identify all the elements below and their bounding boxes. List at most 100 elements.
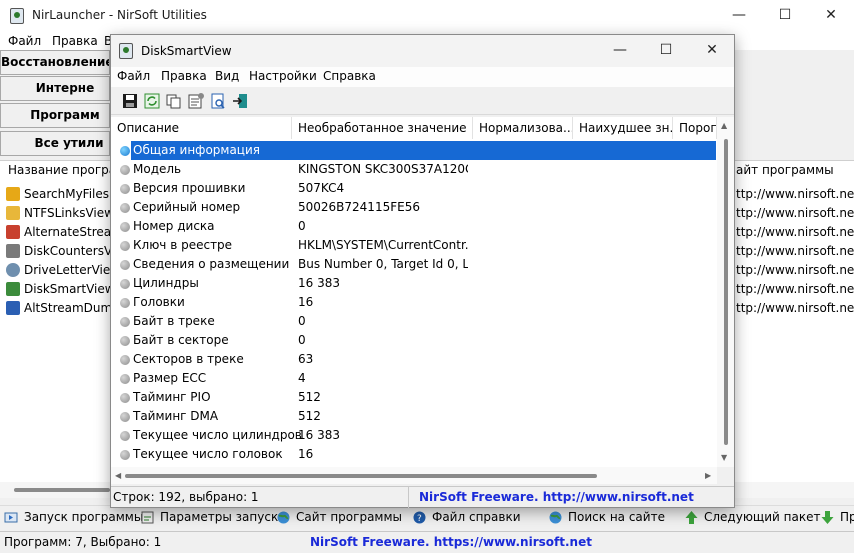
attribute-row[interactable]: Головки 16 xyxy=(111,293,717,312)
attribute-value: 512 xyxy=(298,409,321,423)
status-dot-icon xyxy=(120,374,130,384)
attribute-row[interactable]: Секторов в треке 63 xyxy=(111,350,717,369)
scrollbar-thumb[interactable] xyxy=(724,139,728,445)
svg-text:?: ? xyxy=(417,514,422,524)
program-url[interactable]: ttp://www.nirsoft.net/u xyxy=(736,187,854,206)
report-icon[interactable] xyxy=(209,92,227,110)
program-row[interactable]: AlternateStream xyxy=(4,223,110,242)
save-icon[interactable] xyxy=(121,92,139,110)
dsv-title: DiskSmartView xyxy=(141,44,232,58)
attribute-row[interactable]: Общая информация xyxy=(111,141,717,160)
dsv-menu-settings[interactable]: Настройки xyxy=(249,69,317,83)
exit-icon[interactable] xyxy=(231,92,249,110)
magnifier-icon xyxy=(6,187,20,201)
attribute-description: Размер ECC xyxy=(133,371,207,385)
dsv-close-button[interactable]: ✕ xyxy=(689,35,735,67)
attribute-row[interactable]: Номер диска 0 xyxy=(111,217,717,236)
nirlauncher-title: NirLauncher - NirSoft Utilities xyxy=(32,8,207,22)
attributes-hscrollbar[interactable]: ◀ ▶ xyxy=(111,467,717,484)
category-tab-all-utilities[interactable]: Все утили xyxy=(0,131,110,156)
program-url[interactable]: ttp://www.nirsoft.net/u xyxy=(736,206,854,225)
program-url[interactable]: ttp://www.nirsoft.net/u xyxy=(736,263,854,282)
attribute-row[interactable]: Ключ в реестре HKLM\SYSTEM\CurrentContr.… xyxy=(111,236,717,255)
attribute-row[interactable]: Тайминг PIO 512 xyxy=(111,388,717,407)
program-url[interactable]: ttp://www.nirsoft.net/u xyxy=(736,244,854,263)
dsv-minimize-button[interactable]: — xyxy=(597,35,643,67)
globe-icon xyxy=(277,511,290,524)
nirlauncher-titlebar[interactable]: NirLauncher - NirSoft Utilities — ☐ ✕ xyxy=(0,0,854,32)
smart-attributes-list[interactable]: Описание Необработанное значение Нормали… xyxy=(111,117,734,467)
scroll-right-arrow-icon[interactable]: ▶ xyxy=(705,471,711,480)
column-header-threshold[interactable]: Порог xyxy=(673,117,717,139)
attribute-row[interactable]: Сведения о размещении Bus Number 0, Targ… xyxy=(111,255,717,274)
copy-icon[interactable] xyxy=(165,92,183,110)
attribute-row[interactable]: Серийный номер 50026B724115FE56 xyxy=(111,198,717,217)
nl-status-link[interactable]: NirSoft Freeware. https://www.nirsoft.ne… xyxy=(310,535,592,549)
status-dot-icon xyxy=(120,317,130,327)
column-header-raw-value[interactable]: Необработанное значение xyxy=(292,117,473,139)
nl-menu-file[interactable]: Файл xyxy=(8,34,41,48)
column-header-worst[interactable]: Наихудшее зн... xyxy=(573,117,673,139)
dsv-menu-edit[interactable]: Правка xyxy=(161,69,207,83)
program-url[interactable]: ttp://www.nirsoft.net/u xyxy=(736,225,854,244)
attribute-row[interactable]: Текущее число головок 16 xyxy=(111,445,717,464)
attribute-row[interactable]: Тайминг DMA 512 xyxy=(111,407,717,426)
nl-maximize-button[interactable]: ☐ xyxy=(762,0,808,32)
attribute-value: KINGSTON SKC300S37A120G xyxy=(298,162,468,176)
nl-minimize-button[interactable]: — xyxy=(716,0,762,32)
nl-menu-edit[interactable]: Правка xyxy=(52,34,98,48)
program-row[interactable]: AltStreamDump xyxy=(4,299,110,318)
attribute-row[interactable]: Модель KINGSTON SKC300S37A120G xyxy=(111,160,717,179)
attribute-description: Тайминг PIO xyxy=(133,390,211,404)
attribute-row[interactable]: Версия прошивки 507KC4 xyxy=(111,179,717,198)
attribute-row[interactable]: Байт в треке 0 xyxy=(111,312,717,331)
refresh-icon[interactable] xyxy=(143,92,161,110)
program-row[interactable]: DiskSmartView xyxy=(4,280,110,299)
attributes-vscrollbar[interactable]: ▲ ▼ xyxy=(717,117,734,467)
scroll-down-arrow-icon[interactable]: ▼ xyxy=(721,453,727,462)
dsv-titlebar[interactable]: DiskSmartView — ☐ ✕ xyxy=(111,35,734,67)
nirlauncher-app-icon xyxy=(10,8,24,24)
category-tab-internet[interactable]: Интерне xyxy=(0,76,110,101)
attribute-description: Текущее число цилиндров xyxy=(133,428,302,442)
dsv-maximize-button[interactable]: ☐ xyxy=(643,35,689,67)
disksmartview-app-icon xyxy=(119,43,133,59)
scrollbar-thumb[interactable] xyxy=(125,474,597,478)
scrollbar-thumb[interactable] xyxy=(14,488,110,492)
attribute-description: Серийный номер xyxy=(133,200,241,214)
dsv-status-link[interactable]: NirSoft Freeware. http://www.nirsoft.net xyxy=(419,490,694,504)
nirlauncher-statusbar: Программ: 7, Выбрано: 1 NirSoft Freeware… xyxy=(0,531,854,553)
attribute-row[interactable]: Байт в секторе 0 xyxy=(111,331,717,350)
properties-icon[interactable] xyxy=(187,92,205,110)
dsv-menu-help[interactable]: Справка xyxy=(323,69,376,83)
program-url[interactable]: ttp://www.nirsoft.net/u xyxy=(736,301,854,320)
program-row[interactable]: DiskCountersView xyxy=(4,242,110,261)
program-row[interactable]: NTFSLinksView xyxy=(4,204,110,223)
prev-package-button[interactable]: Пр xyxy=(820,509,854,527)
status-dot-icon xyxy=(120,412,130,422)
dsv-menu-file[interactable]: Файл xyxy=(117,69,150,83)
dsv-status-counts: Строк: 192, выбрано: 1 xyxy=(113,490,259,504)
scroll-left-arrow-icon[interactable]: ◀ xyxy=(115,471,121,480)
category-tab-programming[interactable]: Программ xyxy=(0,103,110,128)
attribute-row[interactable]: Текущее число цилиндров 16 383 xyxy=(111,426,717,445)
scroll-up-arrow-icon[interactable]: ▲ xyxy=(721,121,727,130)
program-list-header-site[interactable]: айт программы xyxy=(736,163,834,177)
column-header-description[interactable]: Описание xyxy=(111,117,292,139)
attribute-row[interactable]: Размер ECC 4 xyxy=(111,369,717,388)
program-row[interactable]: SearchMyFiles xyxy=(4,185,110,204)
program-url[interactable]: ttp://www.nirsoft.net/u xyxy=(736,282,854,301)
dsv-menu-view[interactable]: Вид xyxy=(215,69,239,83)
attribute-row[interactable]: Цилиндры 16 383 xyxy=(111,274,717,293)
dsv-statusbar: Строк: 192, выбрано: 1 NirSoft Freeware.… xyxy=(111,486,734,508)
category-tab-recovery[interactable]: Восстановление xyxy=(0,50,110,75)
attribute-value: 16 xyxy=(298,295,314,309)
status-dot-icon xyxy=(120,165,130,175)
nl-close-button[interactable]: ✕ xyxy=(808,0,854,32)
program-row[interactable]: DriveLetterView xyxy=(4,261,110,280)
attribute-description: Головки xyxy=(133,295,185,309)
attribute-value: 16 xyxy=(298,447,314,461)
column-header-normalized[interactable]: Нормализова... xyxy=(473,117,573,139)
status-divider xyxy=(408,487,409,508)
program-site-label: Сайт программы xyxy=(296,510,402,524)
